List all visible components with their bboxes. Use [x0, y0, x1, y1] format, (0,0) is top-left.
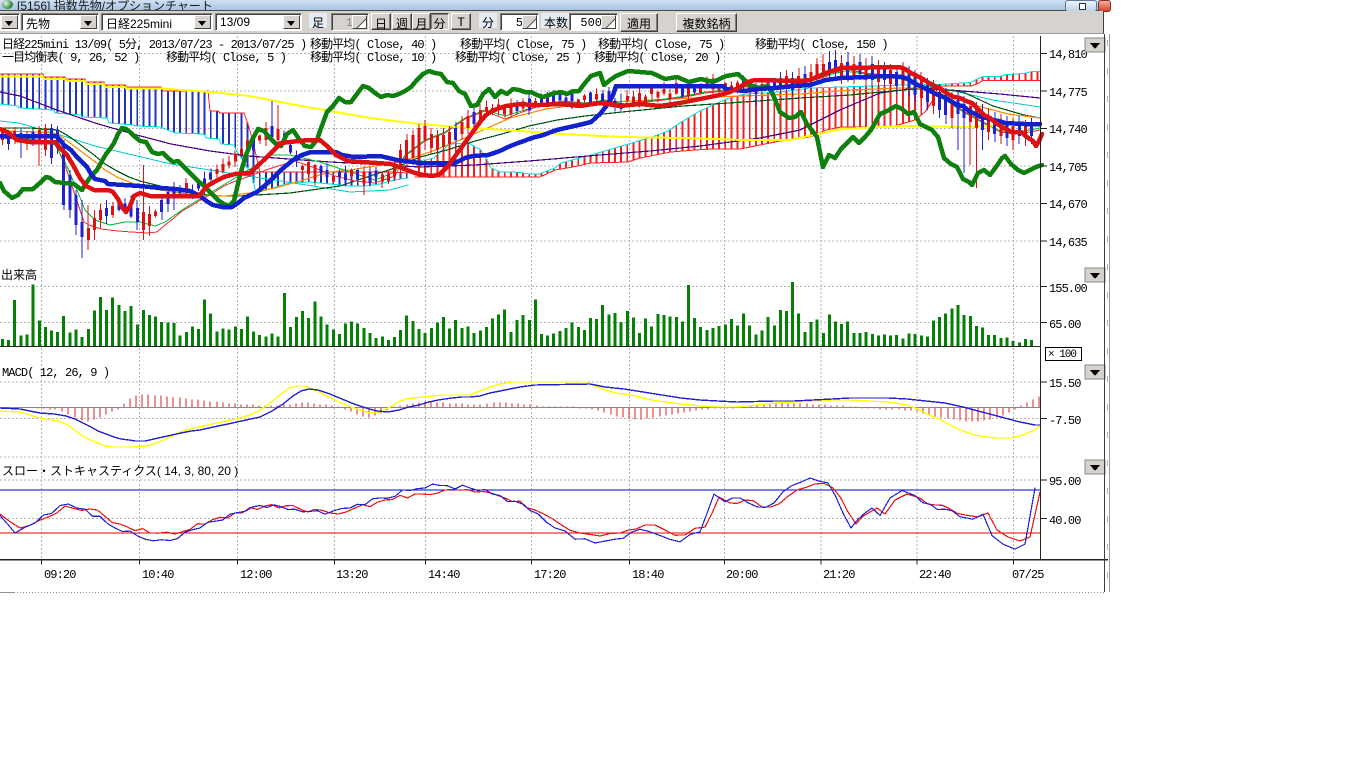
svg-text:移動平均( Close, 25 ): 移動平均( Close, 25 ): [455, 50, 581, 65]
svg-text:15.50: 15.50: [1049, 377, 1081, 391]
svg-text:14,775: 14,775: [1049, 86, 1088, 100]
svg-text:出来高: 出来高: [1, 267, 37, 282]
svg-text:移動平均( Close, 5 ): 移動平均( Close, 5 ): [166, 50, 286, 65]
svg-text:14,670: 14,670: [1049, 198, 1088, 212]
svg-text:一目均衡表( 9, 26, 52 ): 一目均衡表( 9, 26, 52 ): [2, 50, 139, 65]
svg-text:MACD( 12, 26, 9 ): MACD( 12, 26, 9 ): [2, 366, 109, 380]
svg-text:移動平均( Close, 10 ): 移動平均( Close, 10 ): [310, 50, 436, 65]
svg-text:95.00: 95.00: [1049, 475, 1081, 489]
svg-text:20:00: 20:00: [726, 568, 758, 582]
svg-text:-7.50: -7.50: [1049, 414, 1081, 428]
svg-text:日経225mini 13/09( 5分, 2013/07/2: 日経225mini 13/09( 5分, 2013/07/23 - 2013/0…: [2, 37, 306, 52]
svg-text:09:20: 09:20: [44, 568, 76, 582]
svg-text:18:40: 18:40: [632, 568, 664, 582]
svg-text:14:40: 14:40: [428, 568, 460, 582]
svg-text:移動平均( Close, 40 ): 移動平均( Close, 40 ): [310, 37, 436, 52]
svg-text:155.00: 155.00: [1049, 282, 1088, 296]
svg-text:スロー・ストキャスティクス( 14, 3, 80, 20 ): スロー・ストキャスティクス( 14, 3, 80, 20 ): [2, 464, 238, 478]
svg-text:× 100: × 100: [1048, 349, 1076, 361]
svg-text:21:20: 21:20: [823, 568, 855, 582]
svg-text:17:20: 17:20: [534, 568, 566, 582]
svg-text:移動平均( Close, 75 ): 移動平均( Close, 75 ): [598, 37, 724, 52]
svg-text:13:20: 13:20: [336, 568, 368, 582]
svg-text:14,810: 14,810: [1049, 48, 1088, 62]
svg-text:07/25: 07/25: [1012, 568, 1044, 582]
svg-text:22:40: 22:40: [919, 568, 951, 582]
svg-text:40.00: 40.00: [1049, 514, 1081, 528]
svg-text:10:40: 10:40: [142, 568, 174, 582]
svg-text:14,740: 14,740: [1049, 123, 1088, 137]
svg-text:14,705: 14,705: [1049, 161, 1088, 175]
svg-text:移動平均( Close, 20 ): 移動平均( Close, 20 ): [594, 50, 720, 65]
svg-text:移動平均( Close, 75 ): 移動平均( Close, 75 ): [460, 37, 586, 52]
svg-text:14,635: 14,635: [1049, 236, 1088, 250]
svg-text:65.00: 65.00: [1049, 318, 1081, 332]
svg-text:移動平均( Close, 150 ): 移動平均( Close, 150 ): [755, 37, 888, 52]
svg-text:12:00: 12:00: [240, 568, 272, 582]
